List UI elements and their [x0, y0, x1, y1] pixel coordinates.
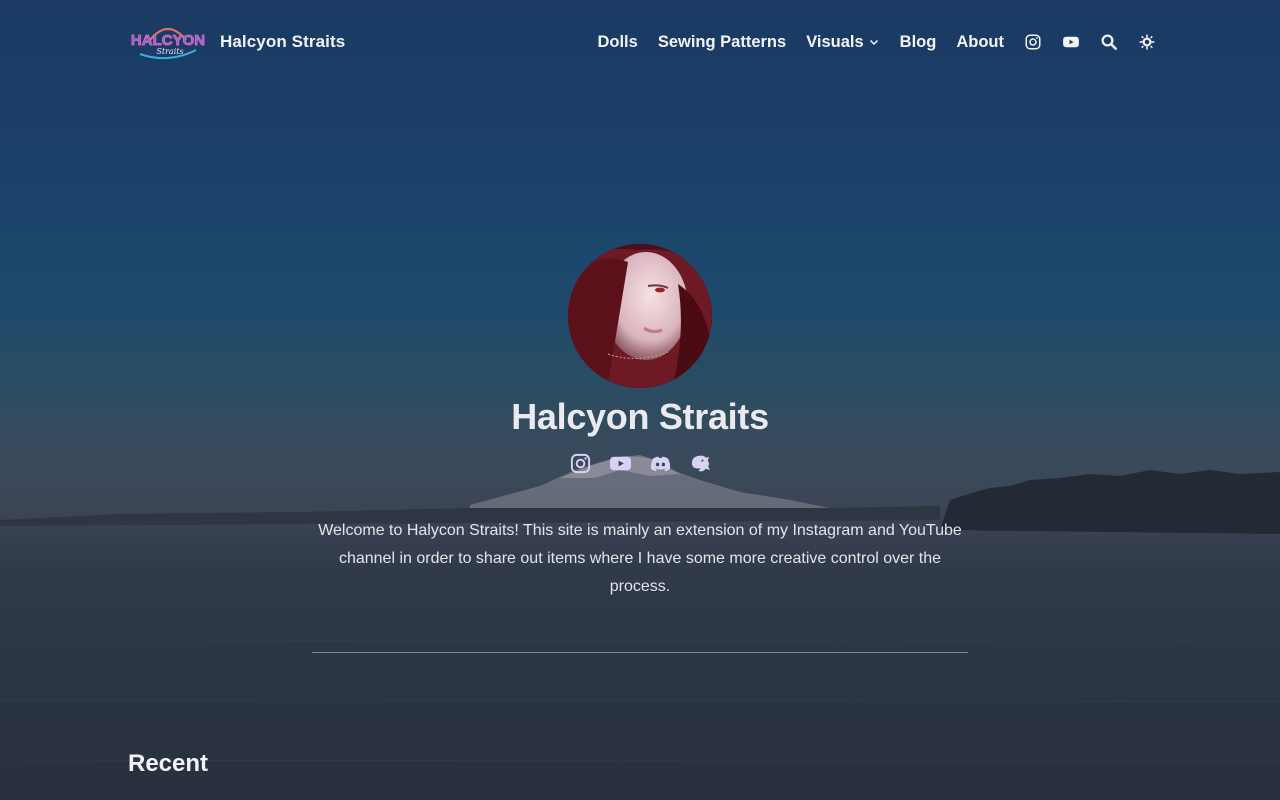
recent-heading: Recent — [128, 750, 209, 777]
home-link[interactable]: HALCYON Straits Halcyon Straits — [130, 20, 345, 64]
theme-toggle-icon[interactable] — [1138, 33, 1156, 51]
nav-sewing-patterns[interactable]: Sewing Patterns — [658, 33, 786, 52]
nav-about[interactable]: About — [956, 33, 1004, 52]
social-links — [569, 452, 712, 475]
nav-dolls[interactable]: Dolls — [597, 33, 637, 52]
profile-name: Halcyon Straits — [511, 396, 769, 437]
profile-bio: Welcome to Halycon Straits! This site is… — [318, 522, 962, 595]
youtube-icon[interactable] — [609, 452, 632, 475]
site-logo: HALCYON Straits — [130, 20, 206, 64]
nav-visuals[interactable]: Visuals — [806, 33, 879, 52]
instagram-icon[interactable] — [569, 452, 592, 475]
svg-text:Straits: Straits — [156, 47, 183, 56]
profile-section: Halcyon Straits Welcome to Halycon Strai… — [0, 244, 1280, 601]
avatar — [568, 244, 712, 388]
instagram-icon[interactable] — [1024, 33, 1042, 51]
chevron-down-icon — [869, 39, 878, 46]
nav-blog[interactable]: Blog — [900, 33, 937, 52]
site-title: Halcyon Straits — [220, 32, 346, 51]
section-divider — [312, 652, 968, 653]
discord-icon[interactable] — [649, 452, 672, 475]
mastodon-icon[interactable] — [689, 452, 712, 475]
site-header: HALCYON Straits Halcyon Straits Dolls Se… — [0, 0, 1280, 84]
main-nav: Dolls Sewing Patterns Visuals Blog About — [597, 28, 1156, 56]
nav-visuals-label: Visuals — [806, 32, 864, 51]
youtube-icon[interactable] — [1062, 33, 1080, 51]
search-icon[interactable] — [1100, 33, 1118, 51]
